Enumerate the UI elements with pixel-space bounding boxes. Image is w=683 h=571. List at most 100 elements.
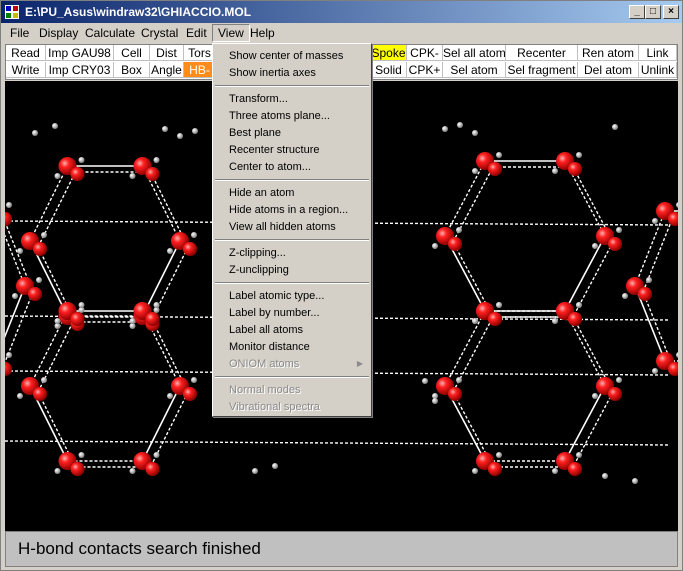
hydrogen-atom [612, 124, 618, 130]
hydrogen-atom [17, 393, 23, 399]
oxygen-atom [488, 162, 502, 176]
menu-separator [215, 376, 369, 378]
sel-fragment-button[interactable]: Sel fragment [506, 62, 578, 78]
oxygen-atom [488, 462, 502, 476]
maximize-button[interactable]: □ [645, 5, 661, 19]
hydrogen-atom [432, 398, 438, 404]
oxygen-atom [70, 312, 85, 326]
menu-item-recenter-structure[interactable]: Recenter structure [229, 142, 319, 158]
hydrogen-atom [602, 473, 608, 479]
hydrogen-atom [32, 130, 38, 136]
hydrogen-atom [496, 152, 502, 158]
hydrogen-atom [54, 173, 61, 179]
hydrogen-atom [652, 218, 658, 224]
menu-item-best-plane[interactable]: Best plane [229, 125, 281, 141]
app-icon [5, 5, 19, 19]
menu-item-transform[interactable]: Transform... [229, 91, 288, 107]
close-button[interactable]: × [663, 5, 679, 19]
oxygen-atom [183, 242, 197, 256]
hydrogen-atom [442, 126, 448, 132]
cpk-minus-button[interactable]: CPK- [407, 45, 443, 61]
hydrogen-atom [622, 293, 628, 299]
unlink-button[interactable]: Unlink [639, 62, 677, 78]
recenter-button[interactable]: Recenter [506, 45, 578, 61]
submenu-arrow-icon: ▶ [356, 359, 363, 368]
menu-item-three-atoms-plane[interactable]: Three atoms plane... [229, 108, 330, 124]
menu-display[interactable]: Display [34, 25, 83, 41]
write-button[interactable]: Write [6, 62, 46, 78]
hydrogen-atom [36, 277, 42, 283]
link-button[interactable]: Link [639, 45, 677, 61]
oxygen-atom [448, 237, 462, 251]
oxygen-atom [145, 312, 160, 326]
hydrogen-atom [472, 130, 478, 136]
menu-item-label-atomic-type[interactable]: Label atomic type... [229, 288, 324, 304]
hydrogen-atom [167, 248, 173, 254]
menu-calculate[interactable]: Calculate [80, 25, 140, 41]
hydrogen-atom [6, 202, 12, 208]
hydrogen-atom [6, 352, 12, 358]
menu-item-view-all-hidden-atoms[interactable]: View all hidden atoms [229, 219, 336, 235]
menu-item-monitor-distance[interactable]: Monitor distance [229, 339, 310, 355]
solid-button[interactable]: Solid [371, 62, 407, 78]
menu-separator [215, 85, 369, 87]
oxygen-atom [5, 362, 12, 376]
covalent-bond [564, 235, 606, 312]
menu-item-hide-an-atom[interactable]: Hide an atom [229, 185, 294, 201]
hydrogen-bond [444, 160, 486, 237]
hydrogen-atom [272, 463, 278, 469]
oxygen-atom [33, 242, 47, 256]
hydrogen-atom [552, 318, 558, 324]
ren-atom-button[interactable]: Ren atom [578, 45, 639, 61]
menu-help[interactable]: Help [245, 25, 280, 41]
menu-item-label-by-number[interactable]: Label by number... [229, 305, 320, 321]
menu-item-hide-atoms-in-region[interactable]: Hide atoms in a region... [229, 202, 348, 218]
menu-item-vibrational-spectra: Vibrational spectra [229, 401, 320, 413]
dist-button[interactable]: Dist [150, 45, 184, 61]
hydrogen-atom [616, 377, 622, 383]
hydrogen-atom [456, 227, 462, 233]
status-bar: H-bond contacts search finished [5, 531, 678, 567]
hydrogen-atom [78, 302, 85, 308]
del-atom-button[interactable]: Del atom [578, 62, 639, 78]
hydrogen-atom [129, 468, 136, 474]
hydrogen-atom [12, 293, 18, 299]
application-window: E:\PU_Asus\windraw32\GHIACCIO.MOL _ □ × … [0, 0, 683, 571]
sel-atom-button[interactable]: Sel atom [443, 62, 506, 78]
hydrogen-atom [252, 468, 258, 474]
hydrogen-atom [576, 452, 582, 458]
title-bar[interactable]: E:\PU_Asus\windraw32\GHIACCIO.MOL _ □ × [1, 1, 682, 23]
hydrogen-atom [17, 248, 23, 254]
menu-item-z-clipping[interactable]: Z-clipping... [229, 245, 286, 261]
box-button[interactable]: Box [114, 62, 150, 78]
angle-button[interactable]: Angle [150, 62, 184, 78]
menu-edit[interactable]: Edit [181, 25, 212, 41]
hydrogen-atom [41, 377, 47, 383]
menu-item-normal-modes: Normal modes [229, 384, 301, 396]
minimize-button[interactable]: _ [629, 5, 645, 19]
menu-item-show-inertia-axes[interactable]: Show inertia axes [229, 65, 316, 81]
hydrogen-atom [652, 368, 658, 374]
spoke-button[interactable]: Spoke [371, 45, 407, 61]
menu-separator [215, 239, 369, 241]
menu-item-z-unclipping[interactable]: Z-unclipping [229, 262, 289, 278]
hydrogen-atom [129, 318, 136, 324]
window-title: E:\PU_Asus\windraw32\GHIACCIO.MOL [25, 5, 252, 19]
menu-file[interactable]: File [5, 25, 34, 41]
cpk-plus-button[interactable]: CPK+ [407, 62, 443, 78]
hydrogen-atom [632, 478, 638, 484]
menu-item-show-center-of-masses[interactable]: Show center of masses [229, 48, 343, 64]
menu-item-label-all-atoms[interactable]: Label all atoms [229, 322, 303, 338]
hydrogen-atom [646, 277, 652, 283]
menu-separator [215, 282, 369, 284]
cell-button[interactable]: Cell [114, 45, 150, 61]
hydrogen-atom [616, 227, 622, 233]
hydrogen-bond [5, 440, 671, 446]
sel-all-atom-button[interactable]: Sel all atom [443, 45, 506, 61]
hydrogen-atom [592, 393, 598, 399]
imp-gau98-button[interactable]: Imp GAU98 [46, 45, 114, 61]
menu-crystal[interactable]: Crystal [136, 25, 183, 41]
menu-item-center-to-atom[interactable]: Center to atom... [229, 159, 311, 175]
read-button[interactable]: Read [6, 45, 46, 61]
imp-cry03-button[interactable]: Imp CRY03 [46, 62, 114, 78]
